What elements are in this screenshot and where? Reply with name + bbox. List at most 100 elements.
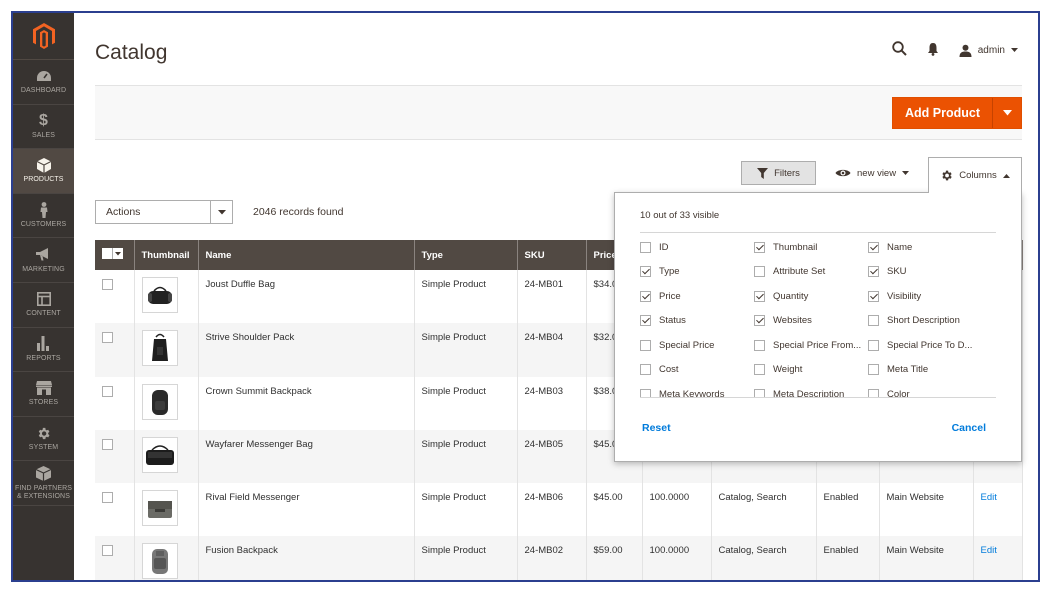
row-checkbox[interactable] bbox=[102, 492, 113, 504]
magento-logo[interactable] bbox=[13, 13, 74, 60]
column-option-color[interactable]: Color bbox=[868, 386, 993, 397]
column-options-list[interactable]: ID Thumbnail Name Type Attribute Set SKU Price… bbox=[640, 239, 1000, 397]
action-cell: Edit bbox=[973, 536, 1023, 580]
sidebar-item-system[interactable]: SYSTEM bbox=[13, 417, 74, 462]
column-option-meta-title[interactable]: Meta Title bbox=[868, 362, 993, 378]
sidebar-item-dashboard[interactable]: DASHBOARD bbox=[13, 60, 74, 105]
column-option-price[interactable]: Price bbox=[640, 288, 765, 304]
column-header-name[interactable]: Name bbox=[198, 240, 415, 270]
edit-link[interactable]: Edit bbox=[981, 492, 997, 503]
bell-icon[interactable] bbox=[927, 42, 939, 59]
column-option-cost[interactable]: Cost bbox=[640, 362, 765, 378]
checked-checkbox[interactable] bbox=[868, 266, 879, 277]
unchecked-checkbox[interactable] bbox=[868, 388, 879, 397]
checked-checkbox[interactable] bbox=[640, 266, 651, 277]
sidebar-item-sales[interactable]: $ SALES bbox=[13, 105, 74, 150]
column-option-label: ID bbox=[659, 241, 669, 253]
product-thumbnail[interactable] bbox=[141, 383, 178, 420]
column-option-visibility[interactable]: Visibility bbox=[868, 288, 993, 304]
sidebar-item-customers[interactable]: CUSTOMERS bbox=[13, 194, 74, 239]
edit-link[interactable]: Edit bbox=[981, 545, 997, 556]
column-header-type[interactable]: Type bbox=[414, 240, 518, 270]
sidebar-item-marketing[interactable]: MARKETING bbox=[13, 238, 74, 283]
checked-checkbox[interactable] bbox=[754, 290, 765, 302]
sidebar-item-reports[interactable]: REPORTS bbox=[13, 328, 74, 373]
admin-user-menu[interactable]: admin bbox=[959, 44, 1018, 57]
thumbnail-cell bbox=[134, 429, 199, 484]
row-checkbox[interactable] bbox=[102, 385, 113, 397]
add-product-dropdown-toggle[interactable] bbox=[992, 98, 1021, 128]
checked-checkbox[interactable] bbox=[868, 290, 879, 302]
unchecked-checkbox[interactable] bbox=[868, 315, 879, 326]
column-option-type[interactable]: Type bbox=[640, 264, 765, 280]
caret-up-icon bbox=[1002, 174, 1010, 178]
column-option-thumbnail[interactable]: Thumbnail bbox=[754, 239, 879, 255]
column-option-label: Meta Title bbox=[887, 364, 929, 375]
column-header-sku[interactable]: SKU bbox=[517, 240, 587, 270]
checked-checkbox[interactable] bbox=[754, 315, 765, 326]
column-option-label: Meta Description bbox=[773, 388, 845, 398]
column-option-meta-description[interactable]: Meta Description bbox=[754, 386, 879, 397]
column-option-id[interactable]: ID bbox=[640, 239, 765, 255]
divider bbox=[640, 232, 996, 233]
column-header-thumbnail[interactable]: Thumbnail bbox=[134, 240, 199, 270]
unchecked-checkbox[interactable] bbox=[754, 364, 765, 375]
add-product-button[interactable]: Add Product bbox=[893, 98, 992, 128]
product-thumbnail[interactable] bbox=[141, 330, 178, 367]
row-checkbox[interactable] bbox=[102, 438, 113, 450]
admin-username: admin bbox=[977, 44, 1005, 56]
row-checkbox[interactable] bbox=[102, 545, 113, 557]
unchecked-checkbox[interactable] bbox=[754, 388, 765, 397]
column-option-meta-keywords[interactable]: Meta Keywords bbox=[640, 386, 765, 397]
unchecked-checkbox[interactable] bbox=[754, 339, 765, 351]
column-option-attribute-set[interactable]: Attribute Set bbox=[754, 264, 879, 280]
unchecked-checkbox[interactable] bbox=[754, 266, 765, 277]
checked-checkbox[interactable] bbox=[640, 315, 651, 326]
column-option-label: Color bbox=[887, 388, 910, 398]
table-row[interactable]: Fusion Backpack Simple Product 24-MB02 $59.… bbox=[95, 536, 1023, 580]
column-option-websites[interactable]: Websites bbox=[754, 313, 879, 329]
column-option-quantity[interactable]: Quantity bbox=[754, 288, 879, 304]
columns-button[interactable]: Columns bbox=[928, 157, 1022, 193]
unchecked-checkbox[interactable] bbox=[640, 364, 651, 375]
unchecked-checkbox[interactable] bbox=[640, 241, 651, 253]
reset-button[interactable]: Reset bbox=[642, 422, 671, 434]
view-label: new view bbox=[857, 167, 897, 179]
unchecked-checkbox[interactable] bbox=[640, 339, 651, 351]
mass-select-checkbox[interactable] bbox=[102, 248, 123, 259]
row-checkbox[interactable] bbox=[102, 279, 113, 290]
select-all-header[interactable] bbox=[95, 240, 135, 270]
unchecked-checkbox[interactable] bbox=[640, 388, 651, 397]
checked-checkbox[interactable] bbox=[640, 290, 651, 302]
product-thumbnail[interactable] bbox=[141, 277, 178, 313]
checked-checkbox[interactable] bbox=[868, 241, 879, 253]
sidebar-item-products[interactable]: PRODUCTS bbox=[13, 149, 74, 194]
column-option-status[interactable]: Status bbox=[640, 313, 765, 329]
column-option-name[interactable]: Name bbox=[868, 239, 993, 255]
sku-cell: 24-MB06 bbox=[517, 483, 587, 537]
checked-checkbox[interactable] bbox=[754, 241, 765, 253]
column-option-sku[interactable]: SKU bbox=[868, 264, 993, 280]
column-option-short-description[interactable]: Short Description bbox=[868, 313, 993, 329]
product-thumbnail[interactable] bbox=[141, 490, 178, 527]
unchecked-checkbox[interactable] bbox=[868, 339, 879, 351]
mass-actions-select[interactable]: Actions bbox=[95, 200, 233, 224]
view-selector[interactable]: new view bbox=[835, 163, 910, 183]
cancel-button[interactable]: Cancel bbox=[952, 422, 986, 434]
column-option-weight[interactable]: Weight bbox=[754, 362, 879, 378]
search-icon[interactable] bbox=[892, 41, 907, 59]
unchecked-checkbox[interactable] bbox=[868, 364, 879, 375]
column-option-label: Meta Keywords bbox=[659, 388, 725, 398]
table-row[interactable]: Rival Field Messenger Simple Product 24-MB… bbox=[95, 483, 1023, 537]
store-icon bbox=[35, 380, 52, 396]
row-checkbox[interactable] bbox=[102, 332, 113, 344]
column-option-special-price-to-d[interactable]: Special Price To D... bbox=[868, 337, 993, 353]
filters-button[interactable]: Filters bbox=[741, 161, 816, 185]
column-option-special-price-from[interactable]: Special Price From... bbox=[754, 337, 879, 353]
product-thumbnail[interactable] bbox=[141, 543, 178, 580]
product-thumbnail[interactable] bbox=[141, 436, 178, 473]
sidebar-item-content[interactable]: CONTENT bbox=[13, 283, 74, 328]
column-option-special-price[interactable]: Special Price bbox=[640, 337, 765, 353]
sidebar-item-find-partners-extensions[interactable]: FIND PARTNERS & EXTENSIONS bbox=[13, 461, 74, 506]
sidebar-item-stores[interactable]: STORES bbox=[13, 372, 74, 417]
